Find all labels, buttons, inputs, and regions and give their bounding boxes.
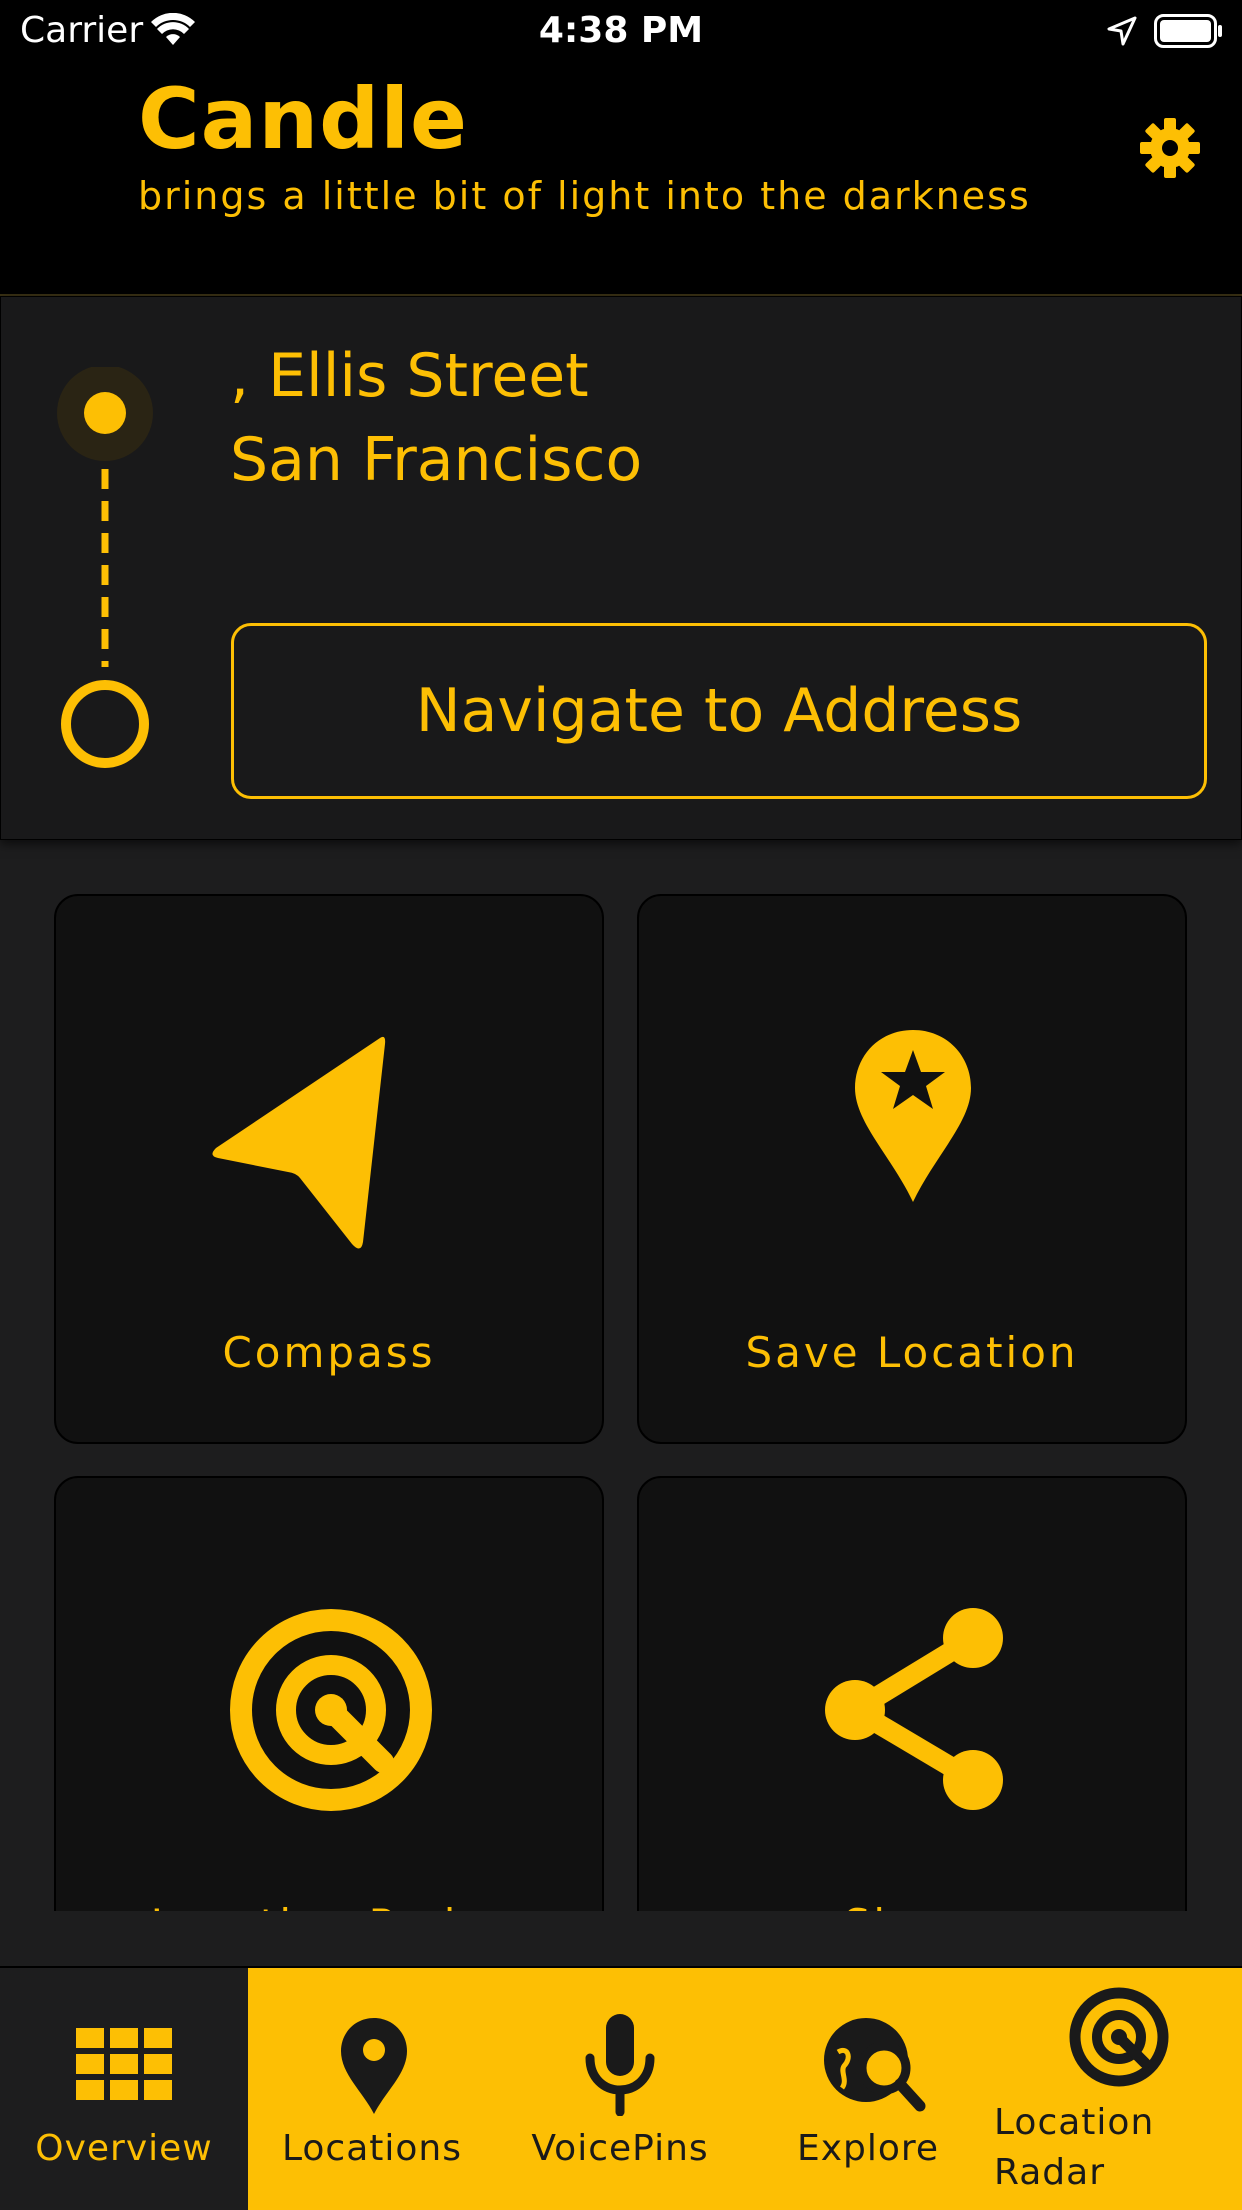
tab-voicepins[interactable]: VoicePins: [496, 1968, 744, 2210]
app-header: Candle brings a little bit of light into…: [0, 64, 1242, 296]
share-label: Share: [639, 1900, 1185, 1911]
status-bar: Carrier 4:38 PM: [0, 0, 1242, 64]
save-location-label: Save Location: [745, 1328, 1079, 1377]
map-pin-icon: [341, 2018, 407, 2114]
tab-bar: Overview Locations VoicePins Explore Loc…: [0, 1966, 1242, 2210]
location-radar-tile[interactable]: Location Radar: [54, 1476, 604, 1911]
route-indicator-icon: [57, 367, 153, 768]
microphone-icon: [585, 2014, 655, 2116]
radar-icon: [230, 1609, 432, 1811]
navigate-to-address-button[interactable]: Navigate to Address: [231, 623, 1207, 799]
navigation-arrow-icon: [212, 1036, 386, 1249]
tab-location-radar[interactable]: Location Radar: [992, 1968, 1242, 2210]
share-icon: [825, 1608, 1003, 1810]
tab-locations-label: Locations: [281, 2128, 463, 2169]
address-street: , Ellis Street: [230, 341, 589, 411]
compass-label: Compass: [222, 1328, 436, 1377]
share-tile[interactable]: Share: [637, 1476, 1187, 1911]
address-city: San Francisco: [230, 425, 643, 495]
tab-explore-label: Explore: [796, 2128, 940, 2169]
radar-icon: [1069, 1987, 1169, 2087]
tab-location-radar-label-line1: Location: [994, 2102, 1155, 2143]
location-arrow-icon: [1107, 16, 1137, 46]
tab-overview-label: Overview: [35, 2128, 213, 2169]
tab-explore[interactable]: Explore: [744, 1968, 992, 2210]
compass-tile[interactable]: Compass: [54, 894, 604, 1444]
tab-locations[interactable]: Locations: [248, 1968, 496, 2210]
gear-icon[interactable]: [1136, 114, 1204, 182]
status-time: 4:38 PM: [538, 10, 704, 51]
address-card: , Ellis Street San Francisco Navigate to…: [0, 296, 1242, 840]
save-location-tile[interactable]: Save Location: [637, 894, 1187, 1444]
pin-star-icon: [855, 1030, 971, 1202]
location-radar-label: Location Radar: [56, 1900, 602, 1911]
battery-icon: [1154, 14, 1222, 48]
globe-search-icon: [824, 2018, 926, 2112]
grid-icon: [76, 2028, 172, 2100]
tab-location-radar-label-line2: Radar: [994, 2152, 1105, 2193]
tab-overview[interactable]: Overview: [0, 1968, 248, 2210]
app-title: Candle: [138, 70, 469, 168]
app-subtitle: brings a little bit of light into the da…: [138, 174, 1031, 218]
tiles-grid: Compass Save Location Location Radar Sha…: [0, 838, 1242, 1911]
tab-voicepins-label: VoicePins: [531, 2128, 709, 2169]
